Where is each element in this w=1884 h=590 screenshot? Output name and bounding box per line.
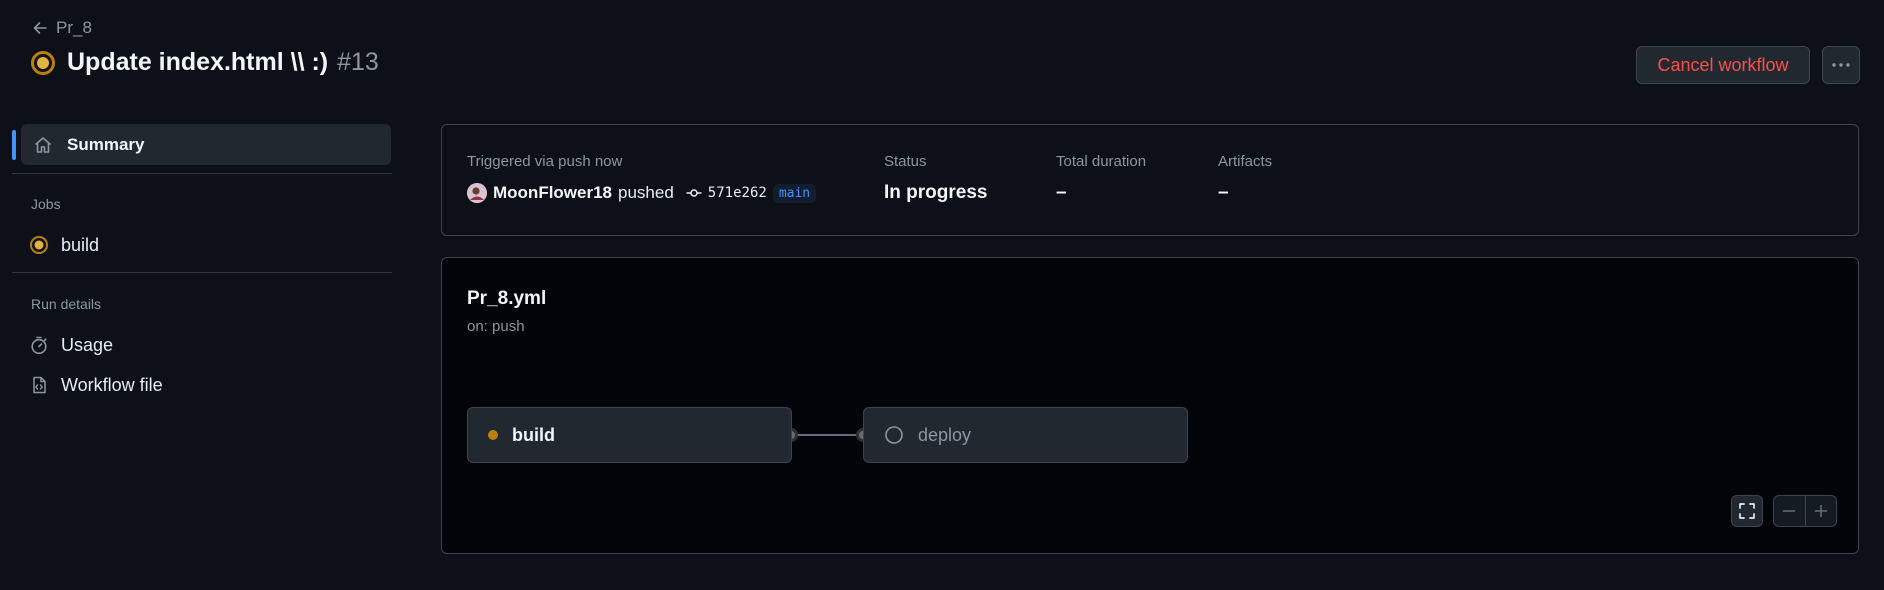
zoom-in-button[interactable] (1806, 496, 1837, 526)
sidebar-item-build[interactable]: build (29, 228, 389, 262)
file-code-icon (33, 376, 46, 394)
sidebar-item-usage[interactable]: Usage (29, 328, 389, 362)
arrow-left-icon (33, 22, 47, 34)
sidebar-item-label: Summary (67, 134, 145, 154)
sidebar-item-label: Workflow file (61, 374, 163, 395)
queued-circle-icon (885, 426, 903, 444)
branch-chip[interactable]: main (772, 183, 817, 203)
actor-link[interactable]: MoonFlower18 (493, 183, 612, 203)
page-title: Update index.html \\ :) (67, 48, 329, 76)
in-progress-icon (31, 50, 55, 75)
trigger-label: Triggered via push now (467, 153, 623, 170)
sidebar-divider (12, 173, 392, 174)
duration-label: Total duration (1056, 153, 1147, 170)
kebab-horizontal-icon (1832, 63, 1850, 67)
trigger-details: MoonFlower18 pushed 571e262 main (467, 183, 817, 203)
minus-icon (1782, 510, 1796, 512)
zoom-controls (1773, 495, 1837, 527)
back-link[interactable]: Pr_8 (32, 18, 92, 38)
run-summary-card: Triggered via push now MoonFlower18 push… (441, 124, 1859, 236)
status-label: Status (884, 153, 927, 170)
artifacts-value: – (1218, 182, 1229, 203)
avatar[interactable] (467, 183, 487, 203)
git-commit-icon (686, 189, 702, 197)
in-progress-dot-icon (488, 430, 498, 440)
avatar-image (467, 183, 487, 203)
workflow-graph-card: Pr_8.yml on: push build deploy (441, 257, 1859, 554)
plus-icon (1814, 504, 1828, 518)
job-node-build[interactable]: build (467, 407, 792, 463)
job-node-label: deploy (918, 424, 972, 445)
job-connector (791, 434, 863, 436)
active-nav-indicator (12, 130, 16, 160)
fullscreen-button[interactable] (1731, 495, 1763, 527)
workflow-trigger: on: push (467, 318, 525, 335)
sidebar-item-label: build (61, 234, 100, 255)
run-details-heading: Run details (31, 296, 102, 312)
sidebar-item-label: Usage (61, 334, 114, 355)
cancel-workflow-button[interactable]: Cancel workflow (1636, 46, 1810, 84)
status-value: In progress (884, 182, 988, 203)
back-link-label: Pr_8 (56, 18, 92, 37)
sidebar-divider (12, 272, 392, 273)
stopwatch-icon (31, 336, 47, 355)
artifacts-label: Artifacts (1218, 153, 1273, 170)
more-options-button[interactable] (1822, 46, 1860, 84)
action-text: pushed (618, 183, 674, 202)
home-icon (34, 136, 52, 153)
jobs-heading: Jobs (31, 196, 61, 212)
sidebar-item-workflow-file[interactable]: Workflow file (29, 368, 389, 402)
commit-sha-link[interactable]: 571e262 (708, 185, 767, 201)
job-node-label: build (512, 424, 555, 445)
screen-full-icon (1739, 503, 1755, 519)
zoom-out-button[interactable] (1774, 496, 1805, 526)
in-progress-icon (30, 236, 48, 254)
job-node-deploy[interactable]: deploy (863, 407, 1188, 463)
workflow-file-name: Pr_8.yml (467, 288, 547, 309)
duration-value: – (1056, 182, 1067, 203)
sidebar-item-summary[interactable]: Summary (21, 124, 391, 165)
run-number: #13 (337, 48, 379, 76)
page-title-row: Update index.html \\ :) #13 (30, 48, 379, 77)
